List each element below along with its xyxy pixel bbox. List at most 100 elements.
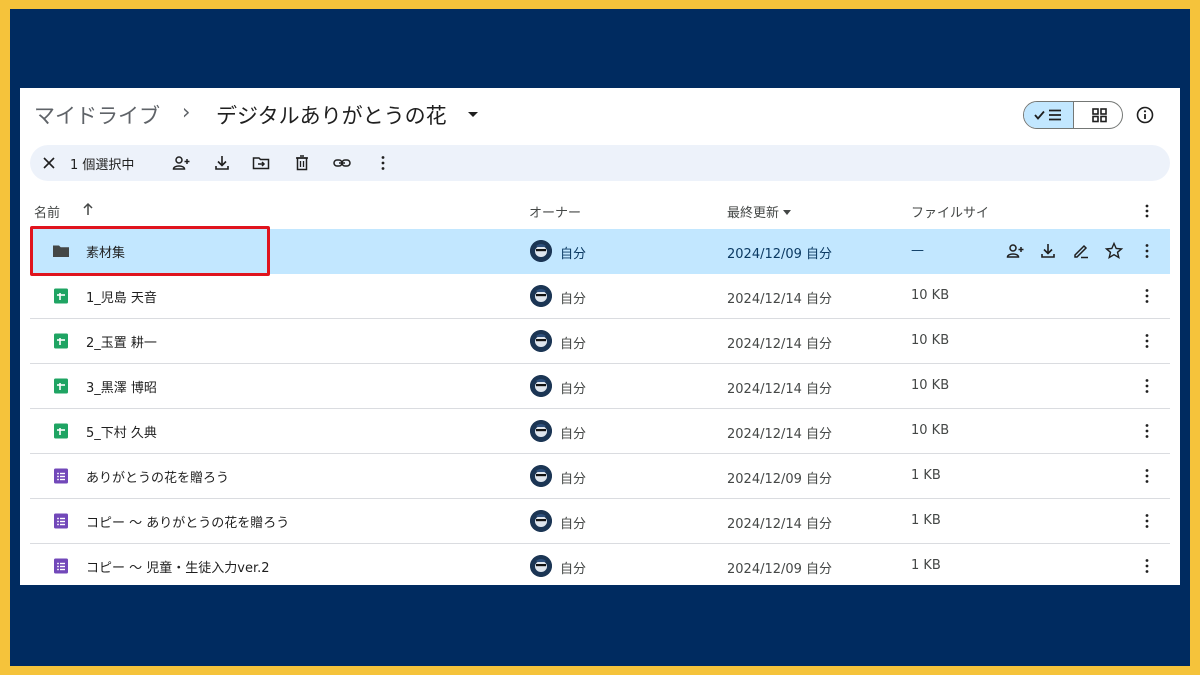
- modified-date: 2024/12/14 自分: [727, 337, 833, 352]
- file-row[interactable]: 5_下村 久典 自分 2024/12/14 自分 10 KB: [30, 409, 1170, 454]
- file-row[interactable]: 1_児島 天音 自分 2024/12/14 自分 10 KB: [30, 274, 1170, 319]
- column-owner-header[interactable]: オーナー: [529, 202, 581, 221]
- column-options-icon[interactable]: [1138, 202, 1156, 220]
- file-size: —: [911, 243, 924, 258]
- download-icon[interactable]: [1038, 241, 1058, 261]
- share-icon[interactable]: [171, 153, 191, 173]
- more-actions-icon[interactable]: [1138, 331, 1156, 351]
- owner-name: 自分: [560, 337, 587, 352]
- row-quick-actions: [1005, 241, 1125, 261]
- file-name[interactable]: 2_玉置 耕一: [86, 332, 157, 351]
- owner-name: 自分: [560, 247, 587, 262]
- sheets-icon: [52, 287, 70, 305]
- owner-avatar: [530, 465, 552, 487]
- forms-icon: [52, 512, 70, 530]
- sheets-icon: [52, 332, 70, 350]
- close-icon[interactable]: [39, 153, 59, 173]
- modified-date: 2024/12/14 自分: [727, 382, 833, 397]
- star-icon[interactable]: [1104, 241, 1124, 261]
- file-name[interactable]: 3_黒澤 博昭: [86, 377, 157, 396]
- modified-date: 2024/12/09 自分: [727, 562, 833, 577]
- header: マイドライブ › デジタルありがとうの花: [20, 88, 1180, 144]
- modified-date: 2024/12/14 自分: [727, 427, 833, 442]
- column-name-header[interactable]: 名前: [34, 202, 60, 221]
- modified-date: 2024/12/09 自分: [727, 247, 833, 262]
- file-row[interactable]: 3_黒澤 博昭 自分 2024/12/14 自分 10 KB: [30, 364, 1170, 409]
- file-row[interactable]: ありがとうの花を贈ろう 自分 2024/12/09 自分 1 KB: [30, 454, 1170, 499]
- folder-row[interactable]: 素材集 自分 2024/12/09 自分 —: [30, 229, 1170, 274]
- modified-date: 2024/12/14 自分: [727, 517, 833, 532]
- link-icon[interactable]: [332, 153, 352, 173]
- owner-name: 自分: [560, 292, 587, 307]
- owner-name: 自分: [560, 517, 587, 532]
- owner-name: 自分: [560, 562, 587, 577]
- more-vert-icon[interactable]: [373, 153, 393, 173]
- owner-avatar: [530, 555, 552, 577]
- trash-icon[interactable]: [292, 153, 312, 173]
- file-size: 1 KB: [911, 468, 941, 483]
- selection-count: 1 個選択中: [70, 158, 135, 173]
- breadcrumb-root[interactable]: マイドライブ: [34, 100, 160, 130]
- file-name[interactable]: ありがとうの花を贈ろう: [86, 467, 229, 486]
- owner-avatar: [530, 240, 552, 262]
- folder-icon: [52, 242, 70, 260]
- modified-date: 2024/12/14 自分: [727, 292, 833, 307]
- file-row[interactable]: コピー ～ ありがとうの花を贈ろう 自分 2024/12/14 自分 1 KB: [30, 499, 1170, 544]
- owner-avatar: [530, 330, 552, 352]
- file-size: 1 KB: [911, 513, 941, 528]
- file-size: 10 KB: [911, 288, 950, 303]
- column-headers: 名前 オーナー 最終更新 ファイルサイ: [20, 192, 1180, 228]
- file-size: 10 KB: [911, 423, 950, 438]
- selection-toolbar: 1 個選択中: [30, 145, 1170, 181]
- owner-name: 自分: [560, 382, 587, 397]
- owner-avatar: [530, 420, 552, 442]
- grid-view-button[interactable]: [1074, 102, 1122, 128]
- rename-icon[interactable]: [1071, 241, 1091, 261]
- download-icon[interactable]: [212, 153, 232, 173]
- view-toggle: [1023, 101, 1123, 129]
- more-actions-icon[interactable]: [1138, 466, 1156, 486]
- sheets-icon: [52, 422, 70, 440]
- file-list: 素材集 自分 2024/12/09 自分 —1_児島 天音 自分 2024/12/14 自…: [30, 229, 1170, 585]
- file-name[interactable]: コピー ～ 児童・生徒入力ver.2: [86, 557, 270, 576]
- file-name[interactable]: 素材集: [86, 242, 125, 261]
- more-actions-icon[interactable]: [1138, 556, 1156, 576]
- sheets-icon: [52, 377, 70, 395]
- list-view-button[interactable]: [1024, 102, 1074, 128]
- list-view-icon: [1034, 109, 1061, 121]
- sort-ascending-icon[interactable]: [80, 200, 96, 218]
- owner-name: 自分: [560, 472, 587, 487]
- column-modified-label: 最終更新: [727, 206, 780, 221]
- grid-view-icon: [1092, 108, 1107, 123]
- more-actions-icon[interactable]: [1138, 286, 1156, 306]
- file-name[interactable]: 5_下村 久典: [86, 422, 157, 441]
- more-actions-icon[interactable]: [1138, 511, 1156, 531]
- move-icon[interactable]: [251, 153, 271, 173]
- info-icon[interactable]: [1135, 105, 1155, 125]
- file-size: 10 KB: [911, 333, 950, 348]
- modified-date: 2024/12/09 自分: [727, 472, 833, 487]
- file-row[interactable]: コピー ～ 児童・生徒入力ver.2 自分 2024/12/09 自分 1 KB: [30, 544, 1170, 585]
- more-actions-icon[interactable]: [1138, 376, 1156, 396]
- drive-panel: マイドライブ › デジタルありがとうの花 1 個選択中 名前 オーナー 最終更新…: [20, 88, 1180, 585]
- column-size-header[interactable]: ファイルサイ: [911, 202, 989, 221]
- file-size: 1 KB: [911, 558, 941, 573]
- owner-name: 自分: [560, 427, 587, 442]
- owner-avatar: [530, 285, 552, 307]
- file-row[interactable]: 2_玉置 耕一 自分 2024/12/14 自分 10 KB: [30, 319, 1170, 364]
- file-name[interactable]: コピー ～ ありがとうの花を贈ろう: [86, 512, 289, 531]
- more-actions-icon[interactable]: [1138, 421, 1156, 441]
- forms-icon: [52, 467, 70, 485]
- file-size: 10 KB: [911, 378, 950, 393]
- column-modified-header[interactable]: 最終更新: [727, 202, 792, 221]
- breadcrumb-current[interactable]: デジタルありがとうの花: [216, 100, 447, 130]
- sort-dropdown-icon: [783, 210, 792, 215]
- share-icon[interactable]: [1005, 241, 1025, 261]
- breadcrumb-separator: ›: [182, 100, 191, 124]
- forms-icon: [52, 557, 70, 575]
- file-name[interactable]: 1_児島 天音: [86, 287, 157, 306]
- more-actions-icon[interactable]: [1138, 241, 1156, 261]
- folder-menu-caret-icon[interactable]: [468, 112, 478, 117]
- owner-avatar: [530, 510, 552, 532]
- owner-avatar: [530, 375, 552, 397]
